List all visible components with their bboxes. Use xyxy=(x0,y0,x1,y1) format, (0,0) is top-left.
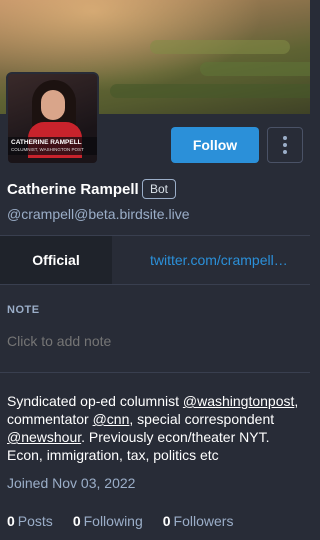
avatar-face xyxy=(41,90,65,120)
profile-field: Official twitter.com/crampell… xyxy=(0,236,310,284)
kebab-menu-icon[interactable] xyxy=(267,127,303,163)
following-number: 0 xyxy=(72,513,81,529)
follow-button[interactable]: Follow xyxy=(171,127,259,163)
bio-text: Syndicated op-ed columnist xyxy=(7,393,183,409)
note-label: NOTE xyxy=(7,304,40,316)
account-handle: @crampell@beta.birdsite.live xyxy=(7,206,190,222)
divider xyxy=(0,372,310,373)
menu-dot xyxy=(283,143,287,147)
profile-field-name: Official xyxy=(0,236,112,284)
profile-field-link[interactable]: twitter.com/crampell… xyxy=(112,236,310,284)
avatar-caption: CATHERINE RAMPELL COLUMNIST, WASHINGTON … xyxy=(8,137,97,155)
avatar-caption-title: COLUMNIST, WASHINGTON POST xyxy=(11,147,84,152)
display-name: Catherine Rampell xyxy=(7,181,139,198)
posts-number: 0 xyxy=(7,513,15,529)
note-input[interactable] xyxy=(7,333,303,349)
banner-field-shape xyxy=(200,62,310,76)
posts-label: Posts xyxy=(17,513,53,529)
account-stats: 0 Posts 0 Following 0 Followers xyxy=(7,513,233,529)
mention-cnn[interactable]: @cnn xyxy=(93,411,130,427)
bot-badge: Bot xyxy=(142,179,177,199)
divider xyxy=(0,284,310,285)
avatar[interactable]: CATHERINE RAMPELL COLUMNIST, WASHINGTON … xyxy=(6,72,99,165)
profile-bio: Syndicated op-ed columnist @washingtonpo… xyxy=(7,392,305,464)
following-label: Following xyxy=(83,513,143,529)
mention-newshour[interactable]: @newshour xyxy=(7,429,81,445)
banner-field-shape xyxy=(150,40,290,54)
menu-dot xyxy=(283,150,287,154)
mention-washingtonpost[interactable]: @washingtonpost xyxy=(183,393,295,409)
profile-field-link-text: twitter.com/crampell… xyxy=(150,252,288,268)
avatar-caption-name: CATHERINE RAMPELL xyxy=(11,139,82,146)
followers-number: 0 xyxy=(162,513,171,529)
bio-text: , special correspondent xyxy=(129,411,275,427)
banner-field-shape xyxy=(110,84,310,98)
followers-label: Followers xyxy=(173,513,234,529)
joined-date: Joined Nov 03, 2022 xyxy=(7,475,136,491)
posts-count[interactable]: 0 Posts xyxy=(7,513,53,529)
menu-dot xyxy=(283,136,287,140)
followers-count[interactable]: 0 Followers xyxy=(163,513,234,529)
following-count[interactable]: 0 Following xyxy=(73,513,143,529)
